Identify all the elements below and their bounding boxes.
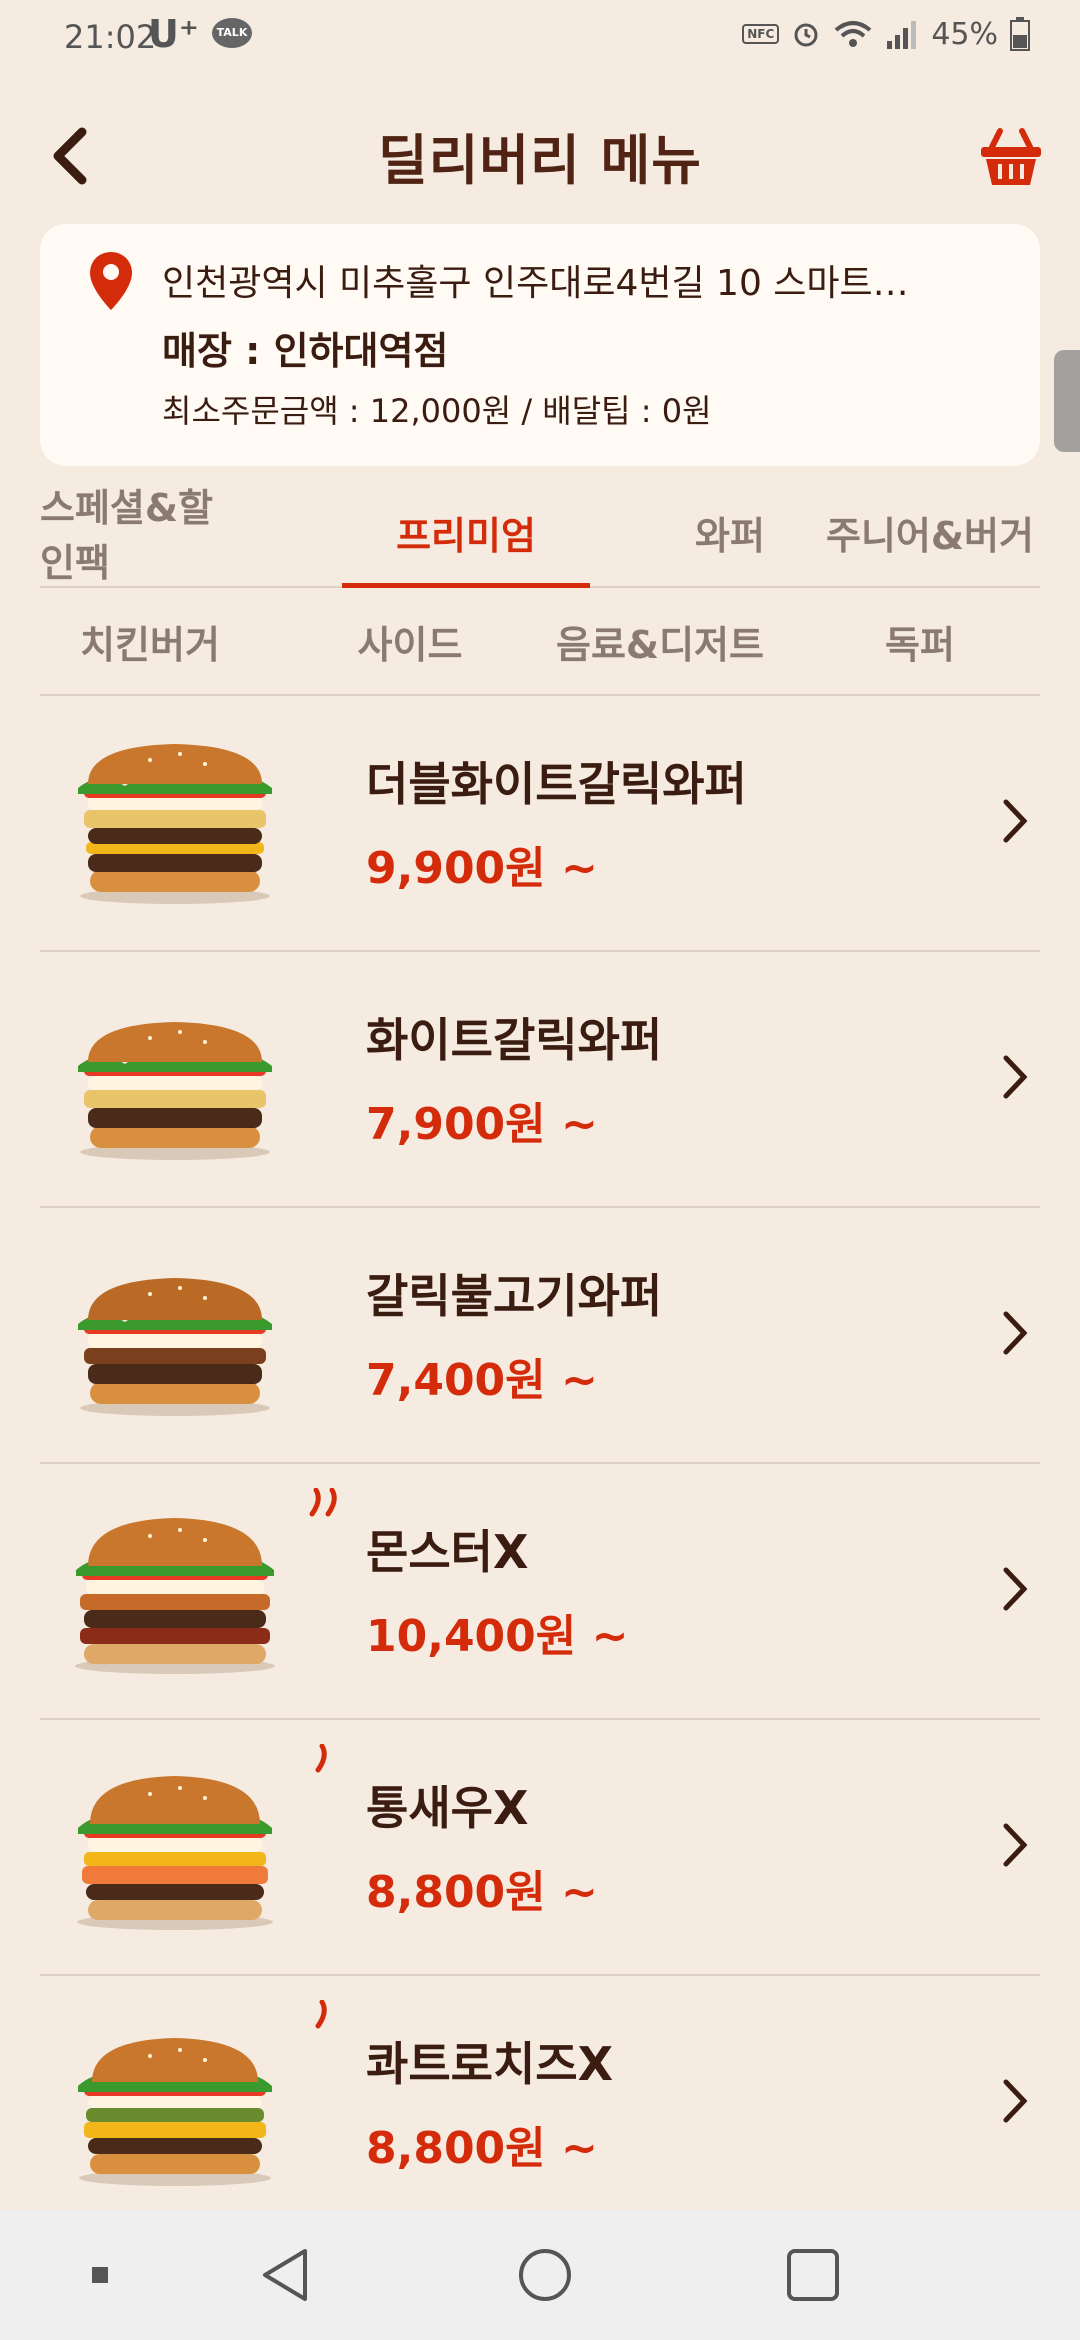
- talk-icon: TALK: [212, 18, 252, 48]
- status-time: 21:02: [64, 18, 157, 56]
- burger-image: [78, 1278, 272, 1416]
- chevron-right-icon[interactable]: [990, 1298, 1040, 1368]
- tab-junior-burger[interactable]: 주니어&버거: [810, 478, 1050, 586]
- page-title: 딜리버리 메뉴: [378, 129, 702, 192]
- menu-item[interactable]: 더블화이트갈릭와퍼 9,900원 ~: [40, 696, 1040, 952]
- scrollbar-thumb[interactable]: [1054, 350, 1080, 452]
- menu-item-price: 7,400원 ~: [366, 1355, 598, 1406]
- tab-side[interactable]: 사이드: [310, 588, 510, 694]
- tab-special-discount[interactable]: 스페셜&할인팩: [40, 478, 240, 586]
- chevron-right-icon[interactable]: [990, 1810, 1040, 1880]
- wifi-icon: [835, 21, 872, 47]
- chevron-right-icon[interactable]: [990, 1042, 1040, 1112]
- menu-item-price: 7,900원 ~: [366, 1099, 598, 1150]
- nav-back-button[interactable]: [250, 2245, 320, 2305]
- square-recents-icon: [787, 2249, 839, 2301]
- menu-item-name: 화이트갈릭와퍼: [366, 1013, 663, 1067]
- status-bar: 21:02 U⁺ TALK NFC 45%: [0, 0, 1080, 72]
- store-name: 매장 : 인하대역점: [162, 329, 449, 373]
- menu-item[interactable]: 콰트로치즈X 8,800원 ~: [40, 1976, 1040, 2232]
- chevron-right-icon[interactable]: [990, 1554, 1040, 1624]
- category-tabs-secondary: 치킨버거 사이드 음료&디저트 독퍼: [40, 588, 1040, 696]
- order-info: 최소주문금액 : 12,000원 / 배달팁 : 0원: [162, 392, 712, 430]
- spicy-pepper-icon: [315, 2000, 327, 2029]
- cart-button[interactable]: [966, 112, 1056, 202]
- tab-premium[interactable]: 프리미엄: [342, 478, 590, 588]
- burger-image: [78, 1022, 272, 1160]
- location-pin-icon: [90, 252, 132, 310]
- signal-icon: [887, 21, 917, 49]
- category-tabs-primary: 스페셜&할인팩 프리미엄 와퍼 주니어&버거: [40, 478, 1040, 588]
- nav-home-button[interactable]: [510, 2245, 580, 2305]
- alarm-icon: [794, 23, 818, 47]
- battery-icon: [1010, 17, 1030, 51]
- basket-icon: [981, 128, 1041, 185]
- tab-drink-dessert[interactable]: 음료&디저트: [540, 588, 780, 694]
- menu-item-name: 더블화이트갈릭와퍼: [366, 757, 747, 811]
- chevron-right-icon[interactable]: [990, 2066, 1040, 2136]
- menu-item[interactable]: 화이트갈릭와퍼 7,900원 ~: [40, 952, 1040, 1208]
- menu-item-name: 몬스터X: [366, 1525, 529, 1579]
- menu-item-price: 9,900원 ~: [366, 843, 598, 894]
- menu-item-name: 통새우X: [366, 1781, 529, 1835]
- spicy-pepper-icon: [309, 1488, 337, 1517]
- nfc-icon: NFC: [742, 24, 780, 44]
- tab-dogper[interactable]: 독퍼: [820, 588, 1020, 694]
- chevron-right-icon[interactable]: [990, 786, 1040, 856]
- store-info-card[interactable]: 인천광역시 미추홀구 인주대로4번길 10 스마트… 매장 : 인하대역점 최소…: [40, 224, 1040, 466]
- app-header: 딜리버리 메뉴: [0, 100, 1080, 210]
- menu-item-name: 콰트로치즈X: [366, 2037, 614, 2091]
- menu-list: 더블화이트갈릭와퍼 9,900원 ~ 화이트갈릭와퍼 7,900원 ~ 갈릭불고…: [40, 696, 1040, 2232]
- status-icons: NFC 45%: [742, 14, 1030, 54]
- battery-percent: 45%: [931, 16, 998, 52]
- system-nav-bar: [0, 2210, 1080, 2340]
- carrier-label: U⁺: [148, 12, 199, 56]
- menu-item-name: 갈릭불고기와퍼: [366, 1269, 663, 1323]
- burger-image: [75, 1518, 275, 1674]
- menu-item-price: 8,800원 ~: [366, 1867, 598, 1918]
- tab-chicken-burger[interactable]: 치킨버거: [40, 588, 260, 694]
- menu-item[interactable]: 통새우X 8,800원 ~: [40, 1720, 1040, 1976]
- nav-recents-button[interactable]: [778, 2245, 848, 2305]
- nav-menu-dot-button[interactable]: [80, 2245, 120, 2305]
- square-dot-icon: [92, 2267, 108, 2283]
- tab-whopper[interactable]: 와퍼: [640, 478, 820, 586]
- burger-image: [78, 2038, 272, 2186]
- triangle-back-icon: [263, 2249, 307, 2301]
- circle-home-icon: [519, 2249, 571, 2301]
- burger-image: [77, 1776, 273, 1930]
- burger-image: [78, 744, 272, 904]
- menu-item[interactable]: 갈릭불고기와퍼 7,400원 ~: [40, 1208, 1040, 1464]
- store-address: 인천광역시 미추홀구 인주대로4번길 10 스마트…: [162, 263, 909, 304]
- spicy-pepper-icon: [315, 1744, 327, 1773]
- menu-item-price: 10,400원 ~: [366, 1611, 629, 1662]
- menu-item-price: 8,800원 ~: [366, 2123, 598, 2174]
- menu-item[interactable]: 몬스터X 10,400원 ~: [40, 1464, 1040, 1720]
